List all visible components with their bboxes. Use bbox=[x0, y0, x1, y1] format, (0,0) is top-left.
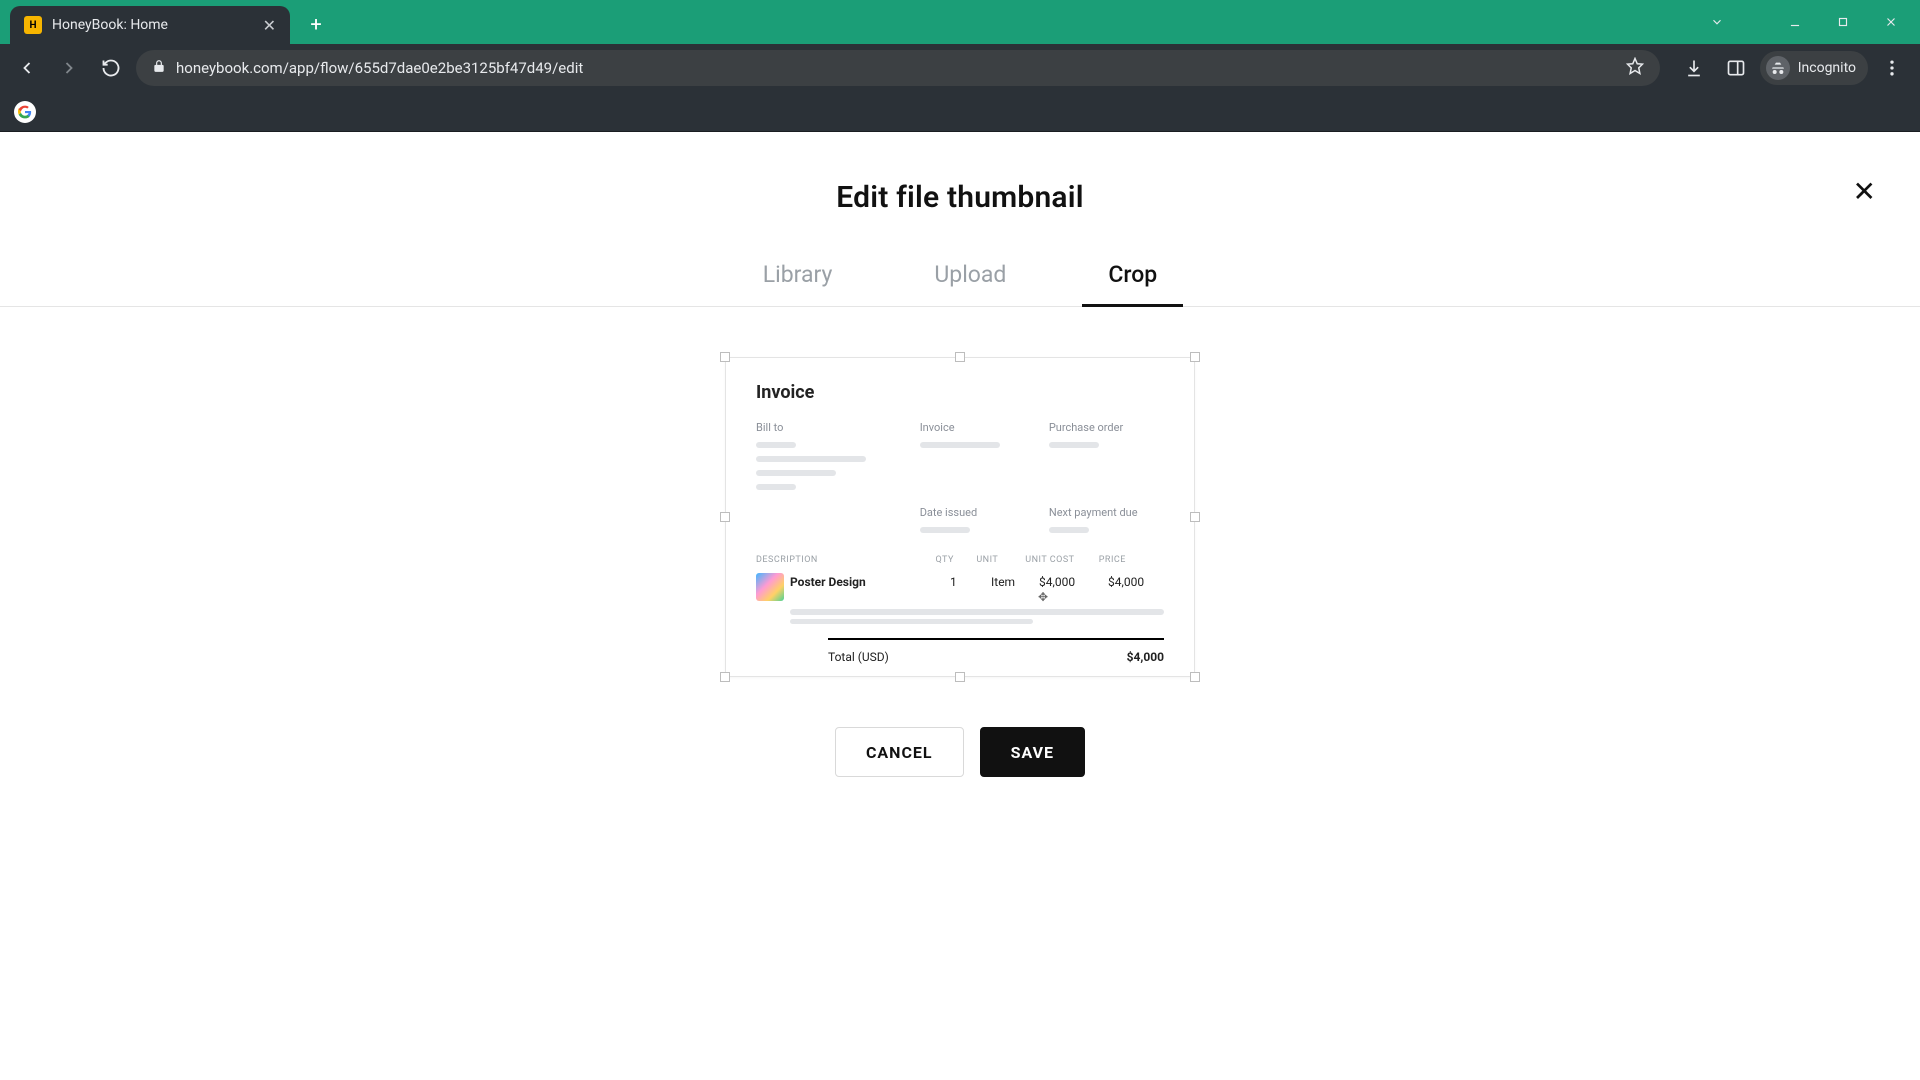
label-invoice: Invoice bbox=[920, 421, 1035, 434]
crop-handle-mid-right[interactable] bbox=[1190, 512, 1200, 522]
col-description: DESCRIPTION bbox=[756, 555, 936, 565]
save-button[interactable]: SAVE bbox=[980, 727, 1085, 777]
crop-handle-top-right[interactable] bbox=[1190, 352, 1200, 362]
nav-back-button[interactable] bbox=[10, 51, 44, 85]
total-divider bbox=[828, 638, 1164, 640]
crop-area[interactable]: Invoice Bill to Invoice bbox=[725, 357, 1195, 677]
placeholder-line bbox=[756, 484, 796, 490]
browser-tab[interactable]: H HoneyBook: Home ✕ bbox=[10, 6, 290, 44]
tab-crop[interactable]: Crop bbox=[1100, 261, 1165, 306]
line-item-unit: Item bbox=[991, 573, 1033, 589]
incognito-label: Incognito bbox=[1798, 60, 1856, 76]
placeholder-line bbox=[1049, 442, 1099, 448]
nav-reload-button[interactable] bbox=[94, 51, 128, 85]
nav-forward-button[interactable] bbox=[52, 51, 86, 85]
window-maximize-button[interactable] bbox=[1820, 6, 1866, 38]
modal-close-button[interactable]: ✕ bbox=[1853, 178, 1876, 206]
window-close-button[interactable] bbox=[1868, 6, 1914, 38]
bookmark-star-icon[interactable] bbox=[1626, 57, 1644, 79]
line-item-name: Poster Design bbox=[790, 573, 944, 589]
incognito-icon bbox=[1766, 56, 1790, 80]
lock-icon bbox=[152, 59, 166, 77]
tab-library[interactable]: Library bbox=[755, 261, 841, 306]
placeholder-line bbox=[756, 442, 796, 448]
incognito-indicator[interactable]: Incognito bbox=[1760, 51, 1868, 85]
placeholder-line bbox=[790, 619, 1033, 624]
line-item-unit-cost: $4,000 bbox=[1039, 573, 1102, 589]
col-price: PRICE bbox=[1099, 555, 1164, 565]
preview-invoice-title: Invoice bbox=[756, 382, 1164, 403]
browser-toolbar: honeybook.com/app/flow/655d7dae0e2be3125… bbox=[0, 44, 1920, 92]
cancel-button[interactable]: CANCEL bbox=[835, 727, 964, 777]
edit-thumbnail-modal: Edit file thumbnail ✕ Library Upload Cro… bbox=[0, 132, 1920, 1080]
placeholder-line bbox=[920, 442, 1000, 448]
crop-handle-bottom-right[interactable] bbox=[1190, 672, 1200, 682]
downloads-button[interactable] bbox=[1676, 50, 1712, 86]
browser-tab-strip: H HoneyBook: Home ✕ + bbox=[0, 0, 1920, 44]
url-text: honeybook.com/app/flow/655d7dae0e2be3125… bbox=[176, 59, 1626, 77]
browser-menu-button[interactable] bbox=[1874, 50, 1910, 86]
bookmarks-bar bbox=[0, 92, 1920, 132]
col-unit: UNIT bbox=[976, 555, 1025, 565]
crop-handle-bottom-center[interactable] bbox=[955, 672, 965, 682]
placeholder-line bbox=[920, 527, 970, 533]
url-bar[interactable]: honeybook.com/app/flow/655d7dae0e2be3125… bbox=[136, 50, 1660, 86]
col-qty: QTY bbox=[936, 555, 977, 565]
bookmark-google[interactable] bbox=[14, 101, 36, 123]
tab-search-button[interactable] bbox=[1694, 6, 1740, 38]
new-tab-button[interactable]: + bbox=[300, 8, 332, 40]
crop-handle-bottom-left[interactable] bbox=[720, 672, 730, 682]
page-content: Edit file thumbnail ✕ Library Upload Cro… bbox=[0, 132, 1920, 1080]
crop-handle-top-left[interactable] bbox=[720, 352, 730, 362]
crop-handle-top-center[interactable] bbox=[955, 352, 965, 362]
side-panel-button[interactable] bbox=[1718, 50, 1754, 86]
label-next-payment: Next payment due bbox=[1049, 506, 1164, 519]
label-purchase-order: Purchase order bbox=[1049, 421, 1164, 434]
placeholder-line bbox=[790, 609, 1164, 615]
label-bill-to: Bill to bbox=[756, 421, 906, 434]
placeholder-line bbox=[1049, 527, 1089, 533]
tab-title: HoneyBook: Home bbox=[52, 17, 253, 33]
label-date-issued: Date issued bbox=[920, 506, 1035, 519]
crop-handle-mid-left[interactable] bbox=[720, 512, 730, 522]
window-minimize-button[interactable] bbox=[1772, 6, 1818, 38]
total-amount: $4,000 bbox=[1127, 650, 1164, 664]
modal-tabs: Library Upload Crop bbox=[0, 261, 1920, 307]
line-item-thumb bbox=[756, 573, 784, 601]
tab-close-icon[interactable]: ✕ bbox=[263, 16, 276, 35]
placeholder-line bbox=[756, 470, 836, 476]
tab-upload[interactable]: Upload bbox=[926, 261, 1014, 306]
tab-favicon: H bbox=[24, 16, 42, 34]
col-unit-cost: UNIT COST bbox=[1025, 555, 1098, 565]
line-item-qty: 1 bbox=[950, 573, 985, 589]
thumbnail-preview[interactable]: Invoice Bill to Invoice bbox=[725, 357, 1195, 677]
placeholder-line bbox=[756, 456, 866, 462]
line-item-price: $4,000 bbox=[1108, 573, 1164, 589]
total-label: Total (USD) bbox=[828, 650, 889, 664]
modal-title: Edit file thumbnail bbox=[0, 180, 1920, 215]
